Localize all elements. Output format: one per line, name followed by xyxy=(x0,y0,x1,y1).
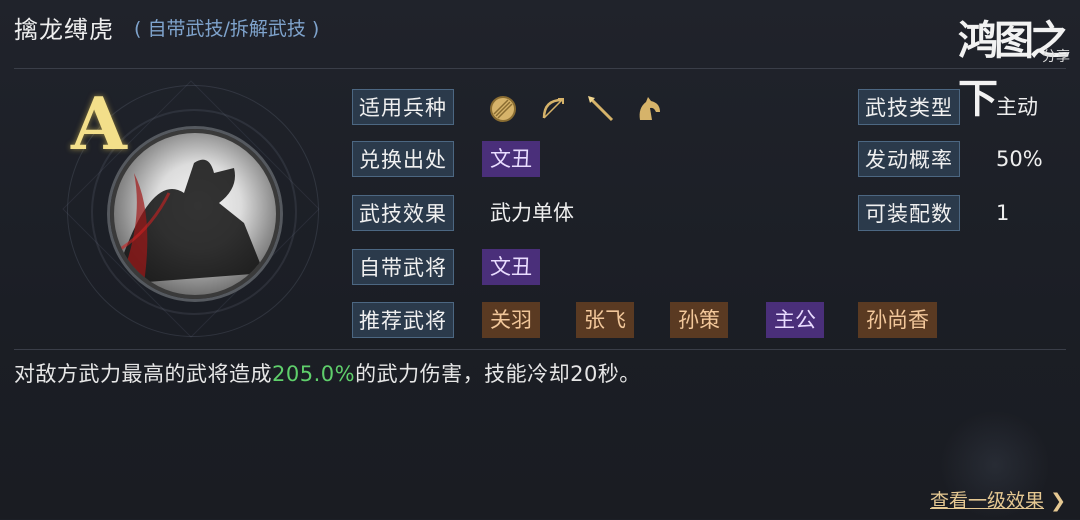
horse-icon xyxy=(639,97,660,120)
description-text: 对敌方武力最高的武将造成 xyxy=(14,362,272,386)
effect-value: 武力单体 xyxy=(490,201,574,225)
equip-count-value: 1 xyxy=(996,201,1010,225)
view-level1-effect-link[interactable]: 查看一级效果 ❯ xyxy=(930,486,1066,513)
source-general-tag[interactable]: 文丑 xyxy=(482,141,540,177)
label-equip-count: 可装配数 xyxy=(858,195,960,231)
game-logo: 鸿图之下 分享 xyxy=(958,6,1076,122)
spear-icon xyxy=(588,96,614,122)
own-general-tag[interactable]: 文丑 xyxy=(482,249,540,285)
description-text-end: 的武力伤害，技能冷却20秒。 xyxy=(355,362,641,386)
skill-panel: 擒龙缚虎 ( 自带武技/拆解武技 ) 鸿图之下 分享 A 适用兵种 兑换出处 武… xyxy=(0,0,1080,520)
divider xyxy=(14,349,1066,350)
skill-subtitle: ( 自带武技/拆解武技 ) xyxy=(134,18,320,40)
label-recommend: 推荐武将 xyxy=(352,302,454,338)
recommend-general-tag[interactable]: 关羽 xyxy=(482,302,540,338)
recommend-general-tag[interactable]: 孙策 xyxy=(670,302,728,338)
skill-type-value: 主动 xyxy=(996,95,1038,119)
logo-sub-text: 分享 xyxy=(1042,49,1070,65)
skill-description: 对敌方武力最高的武将造成205.0%的武力伤害，技能冷却20秒。 xyxy=(14,358,641,388)
chevron-right-icon: ❯ xyxy=(1050,490,1066,512)
skill-title: 擒龙缚虎 xyxy=(14,16,114,44)
link-label: 查看一级效果 xyxy=(930,490,1045,512)
label-own-general: 自带武将 xyxy=(352,249,454,285)
damage-percent: 205.0% xyxy=(272,362,356,386)
skill-portrait: A xyxy=(55,80,325,345)
warrior-portrait-image xyxy=(110,129,280,299)
shield-icon xyxy=(490,96,516,122)
label-effect: 武技效果 xyxy=(352,195,454,231)
label-trigger-rate: 发动概率 xyxy=(858,141,960,177)
recommend-general-tag[interactable]: 张飞 xyxy=(576,302,634,338)
label-source: 兑换出处 xyxy=(352,141,454,177)
divider xyxy=(14,68,1066,69)
label-skill-type: 武技类型 xyxy=(858,89,960,125)
bow-icon xyxy=(542,98,564,119)
recommend-general-tag[interactable]: 主公 xyxy=(766,302,824,338)
label-troop-type: 适用兵种 xyxy=(352,89,454,125)
recommend-general-tag[interactable]: 孙尚香 xyxy=(858,302,937,338)
skill-grade: A xyxy=(71,81,127,166)
trigger-rate-value: 50% xyxy=(996,147,1043,171)
